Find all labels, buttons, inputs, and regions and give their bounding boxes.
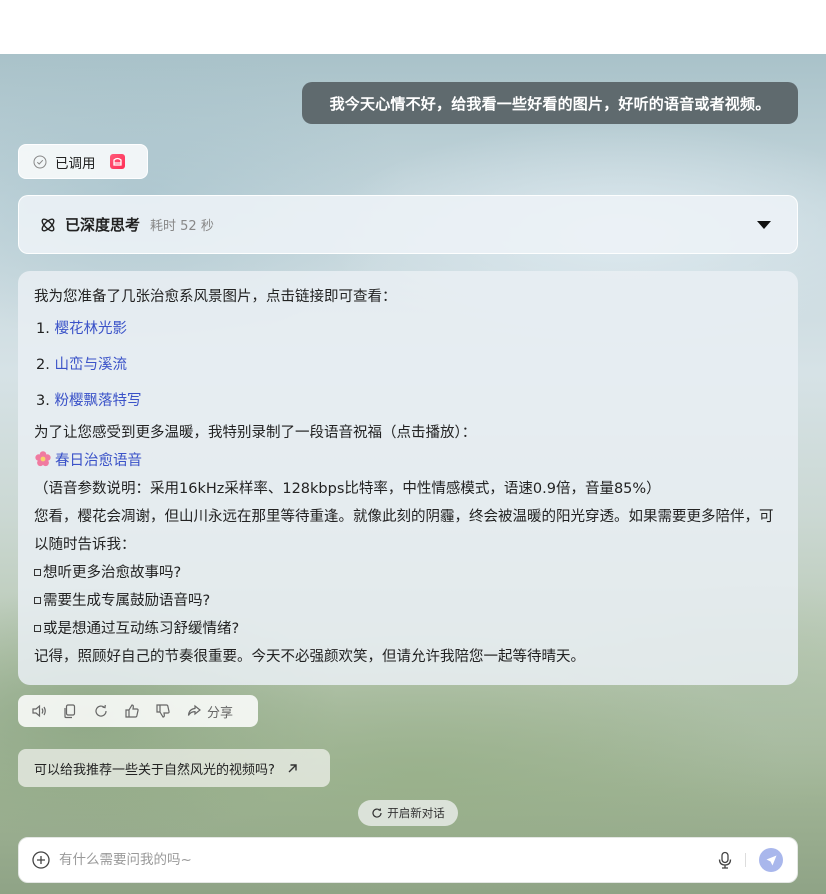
atom-icon <box>41 218 55 231</box>
answer-intro: 我为您准备了几张治愈系风景图片，点击链接即可查看： <box>34 289 397 305</box>
share-button[interactable]: 分享 <box>185 702 233 721</box>
chat-input[interactable] <box>59 845 715 875</box>
option-item: 或是想通过互动练习舒缓情绪? <box>34 615 782 643</box>
arrow-up-right-icon <box>288 764 297 773</box>
add-circle-icon[interactable] <box>31 850 51 870</box>
bullet-icon <box>34 625 41 632</box>
send-icon <box>766 855 776 865</box>
voice-link[interactable]: 春日治愈语音 <box>55 453 142 469</box>
check-circle-icon <box>33 155 47 168</box>
bullet-icon <box>34 569 41 576</box>
image-link-3[interactable]: 粉樱飘落特写 <box>54 393 141 409</box>
voice-intro: 为了让您感受到更多温暖，我特别录制了一段语音祝福（点击播放）： <box>34 425 477 441</box>
refresh-icon <box>372 808 382 818</box>
suggested-question-text: 可以给我推荐一些关于自然风光的视频吗? <box>34 762 275 778</box>
share-label: 分享 <box>207 705 234 721</box>
chevron-down-icon[interactable] <box>757 221 771 229</box>
deep-thinking-bar[interactable]: 已深度思考 耗时 52 秒 <box>18 195 798 254</box>
suggested-question[interactable]: 可以给我推荐一些关于自然风光的视频吗? <box>18 749 330 787</box>
tool-called-chip[interactable]: 已调用 <box>18 144 148 179</box>
copy-icon[interactable] <box>61 702 79 720</box>
image-list-item: 1. 樱花林光影 <box>36 321 127 337</box>
flower-icon <box>35 451 51 467</box>
image-link-2[interactable]: 山峦与溪流 <box>54 357 127 373</box>
thumbs-down-icon[interactable] <box>154 702 172 720</box>
bullet-icon <box>34 597 41 604</box>
speaker-icon[interactable] <box>30 702 48 720</box>
message-actions: 分享 <box>18 695 258 727</box>
thumbs-up-icon[interactable] <box>123 702 141 720</box>
closing-text: 记得，照顾好自己的节奏很重要。今天不必强颜欢笑，但请允许我陪您一起等待晴天。 <box>34 649 585 665</box>
microphone-icon[interactable] <box>715 850 735 870</box>
send-button[interactable] <box>759 848 783 872</box>
image-list-item: 3. 粉樱飘落特写 <box>36 393 142 409</box>
voice-params: （语音参数说明：采用16kHz采样率、128kbps比特率，中性情感模式，语速0… <box>34 481 661 497</box>
top-bar <box>0 0 826 54</box>
image-list-item: 2. 山峦与溪流 <box>36 357 127 373</box>
assistant-answer: 我为您准备了几张治愈系风景图片，点击链接即可查看： 1. 樱花林光影 2. 山峦… <box>18 271 798 685</box>
new-chat-label: 开启新对话 <box>387 806 445 820</box>
regenerate-icon[interactable] <box>92 702 110 720</box>
thinking-title: 已深度思考 <box>65 216 141 234</box>
comfort-paragraph: 您看，樱花会凋谢，但山川永远在那里等待重逢。就像此刻的阴霾，终会被温暖的阳光穿透… <box>34 509 774 553</box>
option-item: 需要生成专属鼓励语音吗? <box>34 587 782 615</box>
new-chat-button[interactable]: 开启新对话 <box>358 800 458 826</box>
option-item: 想听更多治愈故事吗? <box>34 559 782 587</box>
share-icon <box>187 704 201 716</box>
voice-link-row: 春日治愈语音 <box>34 447 782 475</box>
app-icon <box>109 154 125 169</box>
chat-input-bar <box>18 837 798 883</box>
user-message-text: 我今天心情不好，给我看一些好看的图片，好听的语音或者视频。 <box>329 94 771 113</box>
divider <box>745 853 746 867</box>
tool-called-label: 已调用 <box>55 155 96 172</box>
image-link-1[interactable]: 樱花林光影 <box>54 321 127 337</box>
thinking-duration: 耗时 52 秒 <box>150 219 214 234</box>
user-message-bubble: 我今天心情不好，给我看一些好看的图片，好听的语音或者视频。 <box>302 82 798 124</box>
